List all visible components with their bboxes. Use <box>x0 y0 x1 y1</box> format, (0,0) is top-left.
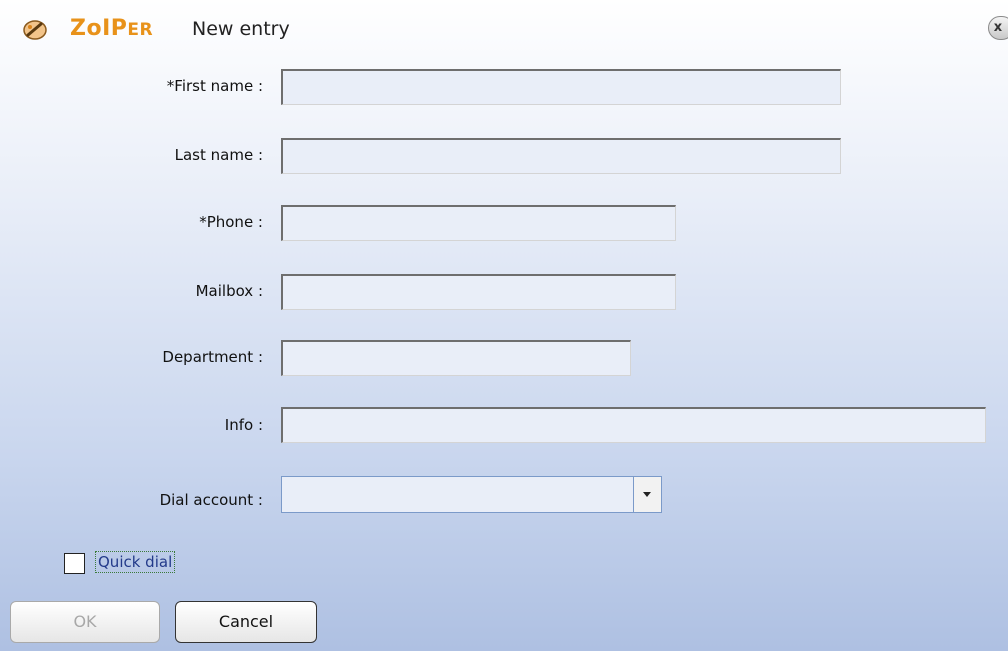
quick-dial-label[interactable]: Quick dial <box>95 551 176 573</box>
quick-dial-checkbox[interactable] <box>64 553 85 574</box>
mailbox-label: Mailbox : <box>195 282 263 300</box>
ok-button[interactable]: OK <box>10 601 160 643</box>
department-field[interactable] <box>281 340 631 376</box>
cancel-button[interactable]: Cancel <box>175 601 317 643</box>
last-name-label: Last name : <box>174 146 263 164</box>
brand-logo: ZoIPER <box>70 16 153 41</box>
dropdown-arrow-button[interactable] <box>633 477 661 512</box>
dial-account-select[interactable] <box>281 476 662 513</box>
dialog-title: New entry <box>192 18 290 40</box>
department-label: Department : <box>162 348 263 366</box>
first-name-field[interactable] <box>281 69 841 105</box>
brand-suffix: ER <box>127 20 154 40</box>
title-bar: ZoIPER New entry x <box>0 0 1008 58</box>
first-name-label: *First name : <box>166 77 263 95</box>
brand-main: ZoIP <box>70 16 128 41</box>
last-name-field[interactable] <box>281 138 841 174</box>
dial-account-label: Dial account : <box>159 491 263 509</box>
mailbox-field[interactable] <box>281 274 676 310</box>
chevron-down-icon <box>643 492 651 497</box>
zoiper-logo-icon <box>23 20 47 40</box>
close-button[interactable]: x <box>988 16 1008 40</box>
phone-field[interactable] <box>281 205 676 241</box>
info-label: Info : <box>224 416 263 434</box>
info-field[interactable] <box>281 407 986 443</box>
phone-label: *Phone : <box>199 213 263 231</box>
